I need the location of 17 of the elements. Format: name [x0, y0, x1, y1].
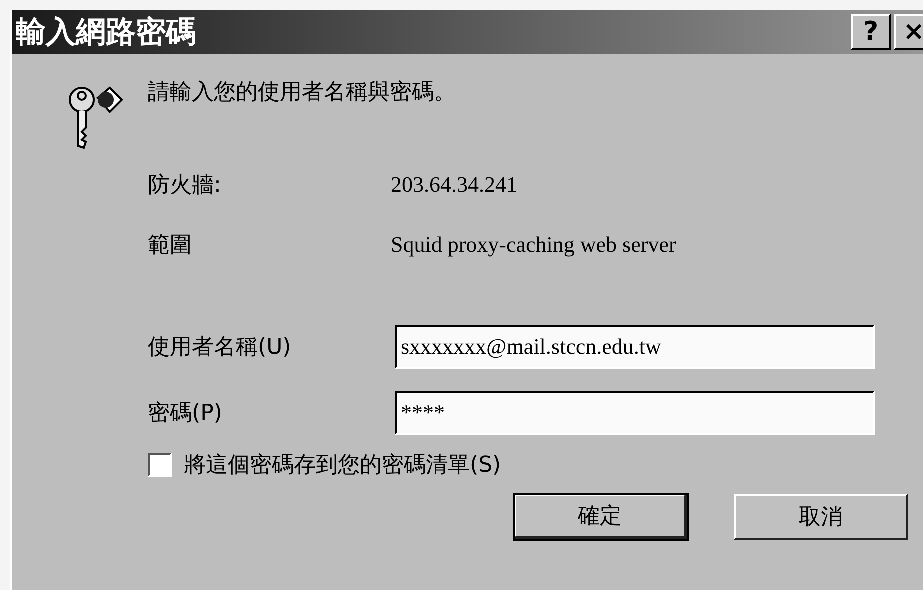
info-value: Squid proxy-caching web server — [391, 232, 676, 258]
input-field[interactable]: sxxxxxxx@mail.stccn.edu.tw — [395, 325, 875, 369]
prompt-text: 請輸入您的使用者名稱與密碼。 — [148, 79, 456, 107]
field-label: 使用者名稱(U) — [148, 334, 292, 362]
info-label: 範圍 — [148, 232, 193, 260]
info-label: 防火牆: — [148, 172, 222, 200]
ok-button[interactable]: 確定 — [514, 494, 688, 540]
field-label: 密碼(P) — [148, 400, 224, 428]
help-button[interactable]: ? — [851, 14, 891, 50]
keys-icon — [68, 84, 124, 150]
checkbox[interactable] — [148, 453, 172, 477]
info-value: 203.64.34.241 — [391, 172, 518, 198]
close-button[interactable]: × — [894, 14, 923, 50]
input-field[interactable]: **** — [395, 391, 875, 435]
cancel-button[interactable]: 取消 — [734, 494, 908, 540]
checkbox-label: 將這個密碼存到您的密碼清單(S) — [184, 452, 502, 480]
window-title: 輸入網路密碼 — [16, 14, 196, 52]
